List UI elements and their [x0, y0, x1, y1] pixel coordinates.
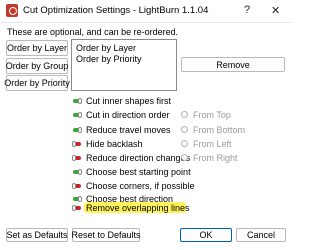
toggle-icon[interactable]: [73, 126, 82, 133]
option-choose-corners[interactable]: Choose corners, if possible: [72, 180, 195, 191]
radio-from-left[interactable]: From Left: [181, 138, 232, 149]
radio-icon[interactable]: [181, 126, 188, 133]
option-label: Choose best starting point: [86, 166, 191, 177]
instructions-label: These are optional, and can be re-ordere…: [7, 27, 179, 37]
order-by-priority-button[interactable]: Order by Priority: [4, 75, 70, 91]
toggle-icon[interactable]: [72, 182, 81, 189]
radio-icon[interactable]: [181, 140, 188, 147]
radio-label: From Right: [193, 152, 238, 163]
option-cut-inner-shapes-first[interactable]: Cut inner shapes first: [73, 95, 171, 106]
option-hide-backlash[interactable]: Hide backlash: [72, 138, 143, 149]
toggle-icon[interactable]: [73, 195, 82, 202]
toggle-icon[interactable]: [73, 168, 82, 175]
order-list-item[interactable]: Order by Priority: [76, 54, 142, 64]
option-label: Remove overlapping lines: [86, 202, 190, 213]
radio-label: From Left: [193, 138, 232, 149]
cancel-button[interactable]: Cancel: [236, 228, 286, 242]
radio-label: From Bottom: [193, 124, 246, 135]
option-reduce-direction-changes[interactable]: Reduce direction changes: [72, 152, 191, 163]
toggle-icon[interactable]: [72, 140, 81, 147]
window-title: Cut Optimization Settings - LightBurn 1.…: [23, 5, 209, 16]
radio-icon[interactable]: [181, 111, 188, 118]
radio-from-top[interactable]: From Top: [181, 109, 231, 120]
toggle-icon[interactable]: [73, 111, 82, 118]
radio-from-right[interactable]: From Right: [181, 152, 238, 163]
option-label: Reduce travel moves: [86, 124, 171, 135]
remove-button[interactable]: Remove: [181, 57, 285, 72]
ok-button[interactable]: OK: [180, 228, 232, 242]
lightburn-app-icon: [6, 4, 18, 17]
option-reduce-travel-moves[interactable]: Reduce travel moves: [73, 124, 171, 135]
help-button[interactable]: ?: [244, 4, 250, 16]
option-choose-best-starting-point[interactable]: Choose best starting point: [73, 166, 191, 177]
order-list[interactable]: Order by Layer Order by Priority: [71, 39, 177, 91]
option-label: Hide backlash: [86, 138, 143, 149]
order-by-layer-button[interactable]: Order by Layer: [6, 40, 68, 56]
option-label: Cut in direction order: [86, 109, 170, 120]
toggle-icon[interactable]: [72, 154, 81, 161]
toggle-icon[interactable]: [72, 204, 81, 211]
order-list-item[interactable]: Order by Layer: [76, 43, 136, 53]
option-cut-in-direction-order[interactable]: Cut in direction order: [73, 109, 170, 120]
title-bar: Cut Optimization Settings - LightBurn 1.…: [0, 0, 292, 23]
option-label: Choose corners, if possible: [86, 180, 195, 191]
order-by-group-button[interactable]: Order by Group: [6, 58, 68, 74]
close-button[interactable]: ✕: [271, 4, 280, 17]
radio-icon[interactable]: [181, 154, 188, 161]
set-as-defaults-button[interactable]: Set as Defaults: [6, 228, 68, 242]
reset-to-defaults-button[interactable]: Reset to Defaults: [71, 228, 141, 242]
option-remove-overlapping-lines[interactable]: Remove overlapping lines: [72, 202, 190, 213]
radio-label: From Top: [193, 109, 231, 120]
toggle-icon[interactable]: [73, 97, 82, 104]
radio-from-bottom[interactable]: From Bottom: [181, 124, 245, 135]
option-label: Reduce direction changes: [86, 152, 191, 163]
option-label: Cut inner shapes first: [86, 95, 172, 106]
